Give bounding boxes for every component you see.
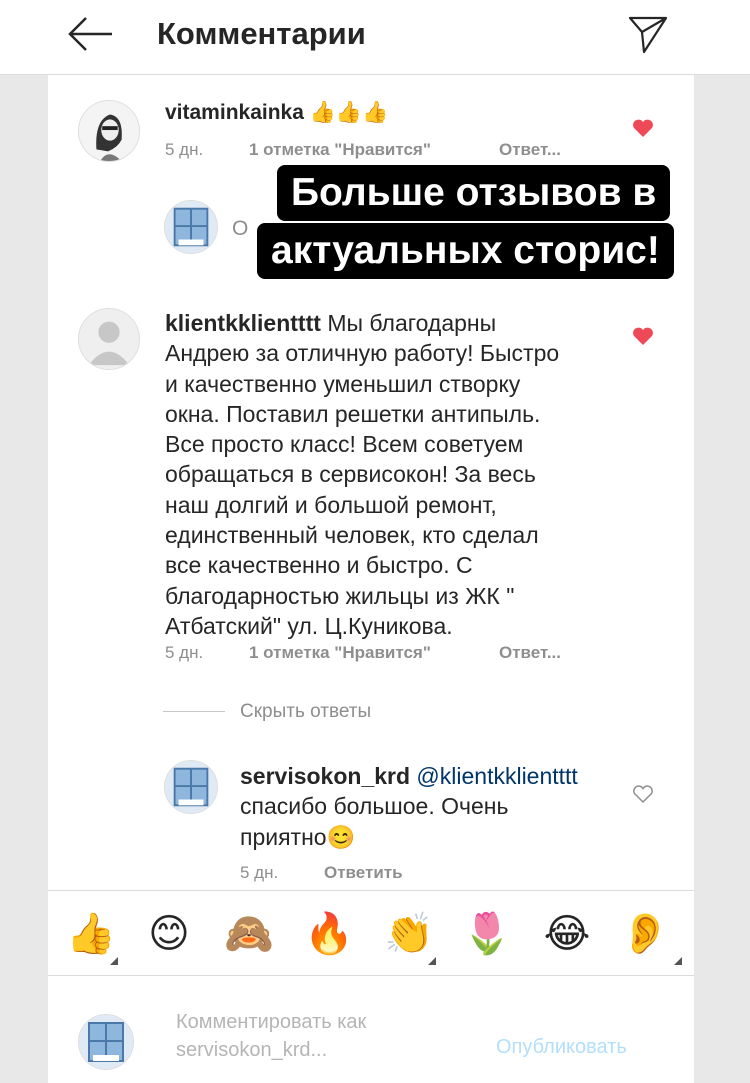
divider (163, 711, 225, 712)
back-arrow-icon[interactable] (68, 14, 114, 54)
publish-button[interactable]: Опубликовать (496, 1036, 627, 1059)
comment-meta: 5 дн. 1 отметка "Нравится" Ответ... (165, 643, 585, 665)
comment-body: klientkklientttt Мы благодарны Андрею за… (165, 308, 625, 641)
comment-text-line: Все просто класс! Всем советуем (165, 431, 524, 458)
comment-time: 5 дн. (165, 140, 204, 159)
username[interactable]: servisokon_krd (240, 763, 410, 789)
ear-emoji[interactable]: 👂 (620, 909, 670, 959)
avatar-vitaminkainka[interactable] (78, 100, 140, 162)
top-bar: Комментарии (0, 0, 750, 75)
reply-body: servisokon_krd @klientkklientttt спасибо… (240, 761, 620, 852)
comment-text-line: благодарностью жильцы из ЖК " (165, 582, 515, 609)
comment-text-line: окна. Поставил решетки антипыль. (165, 400, 541, 427)
smiling-face-emoji[interactable]: 😊 (144, 909, 194, 959)
comment-text-line: Атбатский" ул. Ц.Куникова. (165, 612, 453, 639)
reply-link[interactable]: Ответ... (499, 140, 561, 160)
tears-of-joy-emoji[interactable]: 😂 (542, 909, 592, 959)
username[interactable]: vitaminkainka (165, 101, 304, 124)
emoji-bar: 👍 😊 🙈 🔥 👏 🌷 😂 👂 (48, 890, 694, 976)
comment-body: vitaminkainka 👍👍👍 (165, 98, 388, 128)
direct-send-icon[interactable] (628, 14, 668, 54)
reply-text-line: приятно😊 (240, 823, 356, 850)
comment-composer: Комментировать как servisokon_krd... Опу… (48, 976, 694, 1083)
comment-meta: 5 дн. 1 отметка "Нравится" Ответ... (165, 140, 585, 162)
avatar-klientkklientttt[interactable] (78, 308, 140, 370)
heart-filled-icon[interactable] (632, 118, 654, 138)
comment-text-line: все качественно и быстро. С (165, 552, 473, 579)
likes-count[interactable]: 1 отметка "Нравится" (249, 643, 431, 663)
mention-link[interactable]: @klientkklientttt (416, 763, 577, 789)
avatar-servisokon[interactable] (164, 760, 218, 814)
banner-line-2: актуальных сторис! (257, 223, 674, 279)
hide-replies-link[interactable]: Скрыть ответы (240, 701, 371, 723)
comment-text: 👍👍👍 (309, 101, 389, 124)
reply-link[interactable]: Ответ... (499, 643, 561, 663)
heart-filled-icon[interactable] (632, 326, 654, 346)
comment-time: 5 дн. (240, 863, 279, 882)
heart-outline-icon[interactable] (632, 784, 654, 804)
comment-text-line: Андрею за отличную работу! Быстро (165, 340, 560, 367)
tulip-emoji[interactable]: 🌷 (462, 909, 512, 959)
profile-sketch-icon (79, 101, 139, 161)
window-logo-icon (79, 1015, 133, 1069)
reply-meta: 5 дн. Ответить (240, 863, 540, 885)
fire-emoji[interactable]: 🔥 (304, 909, 354, 959)
story-banner: Больше отзывов в актуальных сторис! (257, 165, 717, 285)
comment-partial: О (232, 217, 249, 240)
clapping-hands-emoji[interactable]: 👏 (384, 909, 434, 959)
skin-tone-indicator-icon (674, 957, 682, 965)
comment-text-line: Мы благодарны (327, 310, 497, 336)
placeholder-line: Комментировать как (176, 1011, 367, 1033)
avatar-servisokon[interactable] (164, 200, 218, 254)
comment-text-line: и качественно уменьшил створку (165, 370, 521, 397)
skin-tone-indicator-icon (428, 957, 436, 965)
comment-text-line: единственный человек, кто сделал (165, 522, 539, 549)
comment-text-line: обращаться в сервисокон! За весь (165, 461, 536, 488)
placeholder-line: servisokon_krd... (176, 1039, 328, 1061)
banner-line-1: Больше отзывов в (277, 165, 671, 221)
default-user-icon (79, 309, 139, 369)
page-title: Комментарии (157, 16, 366, 51)
window-logo-icon (165, 201, 217, 253)
skin-tone-indicator-icon (110, 957, 118, 965)
thumbs-up-emoji[interactable]: 👍 (66, 909, 116, 959)
comment-text-line: наш долгий и большой ремонт, (165, 491, 497, 518)
see-no-evil-monkey-emoji[interactable]: 🙈 (224, 909, 274, 959)
username[interactable]: klientkklientttt (165, 310, 321, 336)
comment-time: 5 дн. (165, 643, 204, 662)
avatar-current-user (78, 1014, 134, 1070)
likes-count[interactable]: 1 отметка "Нравится" (249, 140, 431, 160)
reply-text-line: спасибо большое. Очень (240, 793, 509, 820)
reply-link[interactable]: Ответить (324, 863, 403, 883)
comment-input[interactable]: Комментировать как servisokon_krd... (176, 1008, 366, 1064)
window-logo-icon (165, 761, 217, 813)
